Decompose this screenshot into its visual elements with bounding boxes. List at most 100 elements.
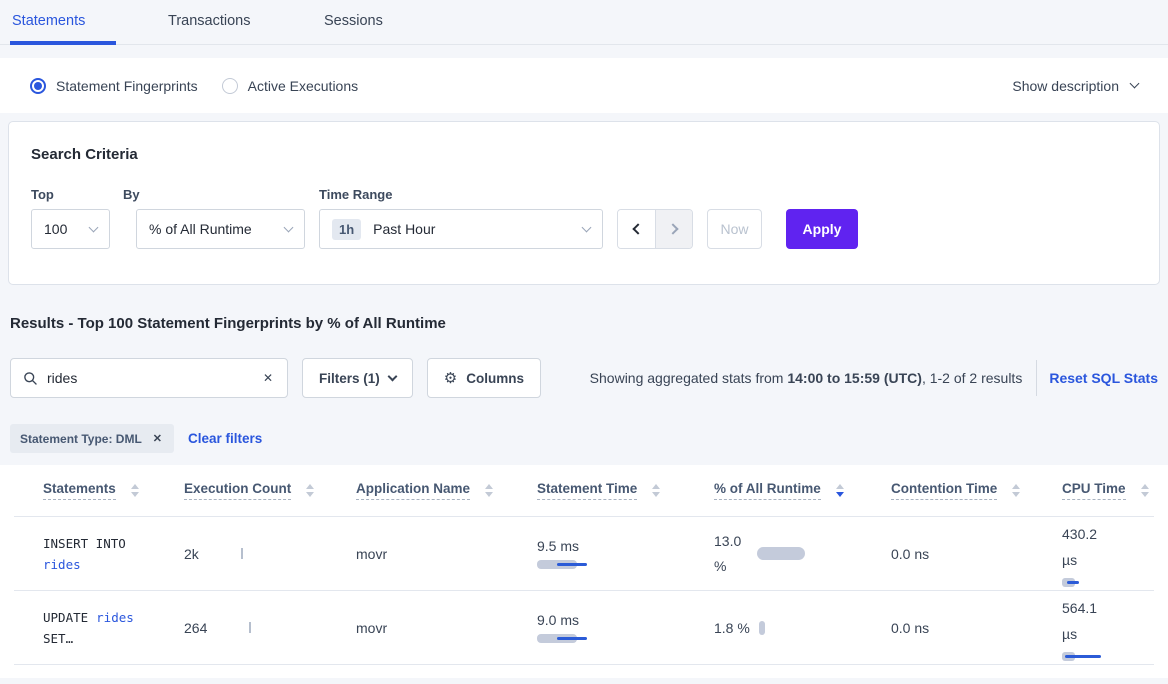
time-range-value: Past Hour	[373, 221, 435, 237]
vertical-divider	[1036, 360, 1037, 396]
filters-button[interactable]: Filters (1)	[302, 358, 413, 398]
time-range-badge: 1h	[332, 219, 361, 240]
tab-statements-label: Statements	[12, 13, 85, 29]
status-suffix: , 1-2 of 2 results	[922, 370, 1022, 386]
sql-keyword: UPDATE	[43, 610, 88, 625]
time-window-nav	[617, 209, 693, 249]
columns-button[interactable]: ⚙ Columns	[427, 358, 541, 398]
runtime-pct-cell: 1.8 %	[685, 620, 862, 636]
gear-icon: ⚙	[444, 369, 457, 387]
show-description-label: Show description	[1012, 78, 1119, 94]
statement-link-rides[interactable]: rides	[43, 557, 81, 572]
active-filters-row: Statement Type: DML ✕ Clear filters	[0, 424, 1168, 453]
chevron-down-icon	[582, 222, 592, 232]
column-header-contention-time[interactable]: Contention Time	[862, 481, 1033, 500]
by-label: By	[123, 187, 305, 202]
contention-time-cell: 0.0 ns	[862, 620, 1033, 636]
reset-sql-stats-link[interactable]: Reset SQL Stats	[1049, 370, 1158, 386]
tab-transactions[interactable]: Transactions	[166, 0, 272, 45]
chevron-down-icon	[284, 222, 294, 232]
search-criteria-fields: Top 100 By % of All Runtime Time Range 1…	[31, 187, 1137, 249]
execution-count-value: 2k	[184, 546, 199, 562]
now-button[interactable]: Now	[707, 209, 762, 249]
table-header-row: Statements Execution Count Application N…	[14, 465, 1154, 517]
cpu-time-bar	[1062, 652, 1112, 661]
radio-statement-fingerprints-label: Statement Fingerprints	[56, 78, 198, 94]
application-name-cell: movr	[327, 546, 508, 562]
sort-icons	[652, 484, 660, 497]
cpu-time-value: 564.1	[1062, 595, 1154, 621]
execution-count-bar	[249, 622, 251, 633]
columns-button-label: Columns	[466, 371, 524, 386]
runtime-pct-bar	[757, 547, 805, 560]
statement-time-cell: 9.0 ms	[508, 612, 685, 643]
column-header-application-name[interactable]: Application Name	[327, 481, 508, 500]
sort-icons	[485, 484, 493, 497]
statement-link-rides[interactable]: rides	[96, 610, 134, 625]
chevron-down-icon	[387, 372, 397, 382]
column-header-cpu-time[interactable]: CPU Time	[1033, 481, 1154, 500]
aggregation-status-text: Showing aggregated stats from 14:00 to 1…	[590, 370, 1023, 386]
by-select[interactable]: % of All Runtime	[136, 209, 305, 249]
chevron-down-icon	[1130, 79, 1140, 89]
radio-statement-fingerprints[interactable]: Statement Fingerprints	[30, 78, 198, 94]
statement-time-bar	[537, 560, 593, 569]
cpu-time-cell: 564.1 µs	[1033, 595, 1154, 661]
radio-active-executions-label: Active Executions	[248, 78, 359, 94]
sort-icons-active-desc	[836, 484, 844, 497]
runtime-pct-unit: %	[737, 620, 749, 636]
sort-icons	[131, 484, 139, 497]
time-range-select[interactable]: 1h Past Hour	[319, 209, 603, 249]
top-select[interactable]: 100	[31, 209, 110, 249]
search-input[interactable]	[47, 370, 261, 386]
tab-statements[interactable]: Statements	[10, 0, 116, 45]
chevron-left-icon	[632, 223, 643, 234]
view-mode-radio-group: Statement Fingerprints Active Executions	[30, 78, 358, 94]
cpu-time-unit: µs	[1062, 621, 1154, 647]
runtime-pct-cell: 13.0 %	[685, 529, 862, 579]
search-criteria-card: Search Criteria Top 100 By % of All Runt…	[8, 121, 1160, 285]
chevron-down-icon	[89, 222, 99, 232]
column-header-statements[interactable]: Statements	[14, 481, 155, 500]
search-icon	[23, 371, 38, 386]
sql-keyword: INSERT INTO	[43, 536, 126, 551]
cpu-time-unit: µs	[1062, 547, 1154, 573]
statement-search-box: ✕	[10, 358, 288, 398]
tab-sessions[interactable]: Sessions	[322, 0, 428, 45]
show-description-toggle[interactable]: Show description	[1012, 78, 1138, 94]
table-row: INSERT INTO rides 2k movr 9.5 ms 13.0 %	[14, 517, 1154, 591]
next-time-window-button[interactable]	[655, 210, 692, 248]
runtime-pct-value: 13.0	[714, 529, 741, 554]
field-top: Top 100	[31, 187, 110, 249]
sort-icons	[1012, 484, 1020, 497]
column-header-statement-time[interactable]: Statement Time	[508, 481, 685, 500]
column-header-execution-count[interactable]: Execution Count	[155, 481, 327, 500]
remove-filter-icon[interactable]: ✕	[151, 430, 164, 447]
results-controls-row: ✕ Filters (1) ⚙ Columns Showing aggregat…	[0, 358, 1168, 398]
clear-filters-link[interactable]: Clear filters	[188, 431, 262, 446]
radio-unselected-icon	[222, 78, 238, 94]
sort-icons	[1141, 484, 1149, 497]
previous-time-window-button[interactable]	[618, 210, 655, 248]
clear-search-icon[interactable]: ✕	[261, 369, 275, 387]
results-heading: Results - Top 100 Statement Fingerprints…	[10, 315, 1158, 332]
search-criteria-title: Search Criteria	[31, 146, 1137, 163]
chevron-right-icon	[667, 223, 678, 234]
radio-active-executions[interactable]: Active Executions	[222, 78, 359, 94]
cpu-time-bar	[1062, 578, 1112, 587]
sort-icons	[306, 484, 314, 497]
statement-time-value: 9.0 ms	[537, 612, 685, 628]
statement-cell: UPDATE rides SET…	[14, 607, 155, 649]
view-mode-toolbar: Statement Fingerprints Active Executions…	[0, 58, 1168, 113]
top-label: Top	[31, 187, 110, 202]
statement-time-cell: 9.5 ms	[508, 538, 685, 569]
runtime-pct-bar	[759, 621, 765, 635]
apply-button[interactable]: Apply	[786, 209, 858, 249]
sql-keyword: SET…	[43, 631, 73, 646]
time-range-label: Time Range	[319, 187, 603, 202]
statement-cell: INSERT INTO rides	[14, 533, 155, 575]
filter-pill-statement-type[interactable]: Statement Type: DML ✕	[10, 424, 174, 453]
runtime-pct-value: 1.8	[714, 620, 733, 636]
column-header-runtime-pct[interactable]: % of All Runtime	[685, 481, 862, 500]
by-select-value: % of All Runtime	[149, 221, 252, 237]
